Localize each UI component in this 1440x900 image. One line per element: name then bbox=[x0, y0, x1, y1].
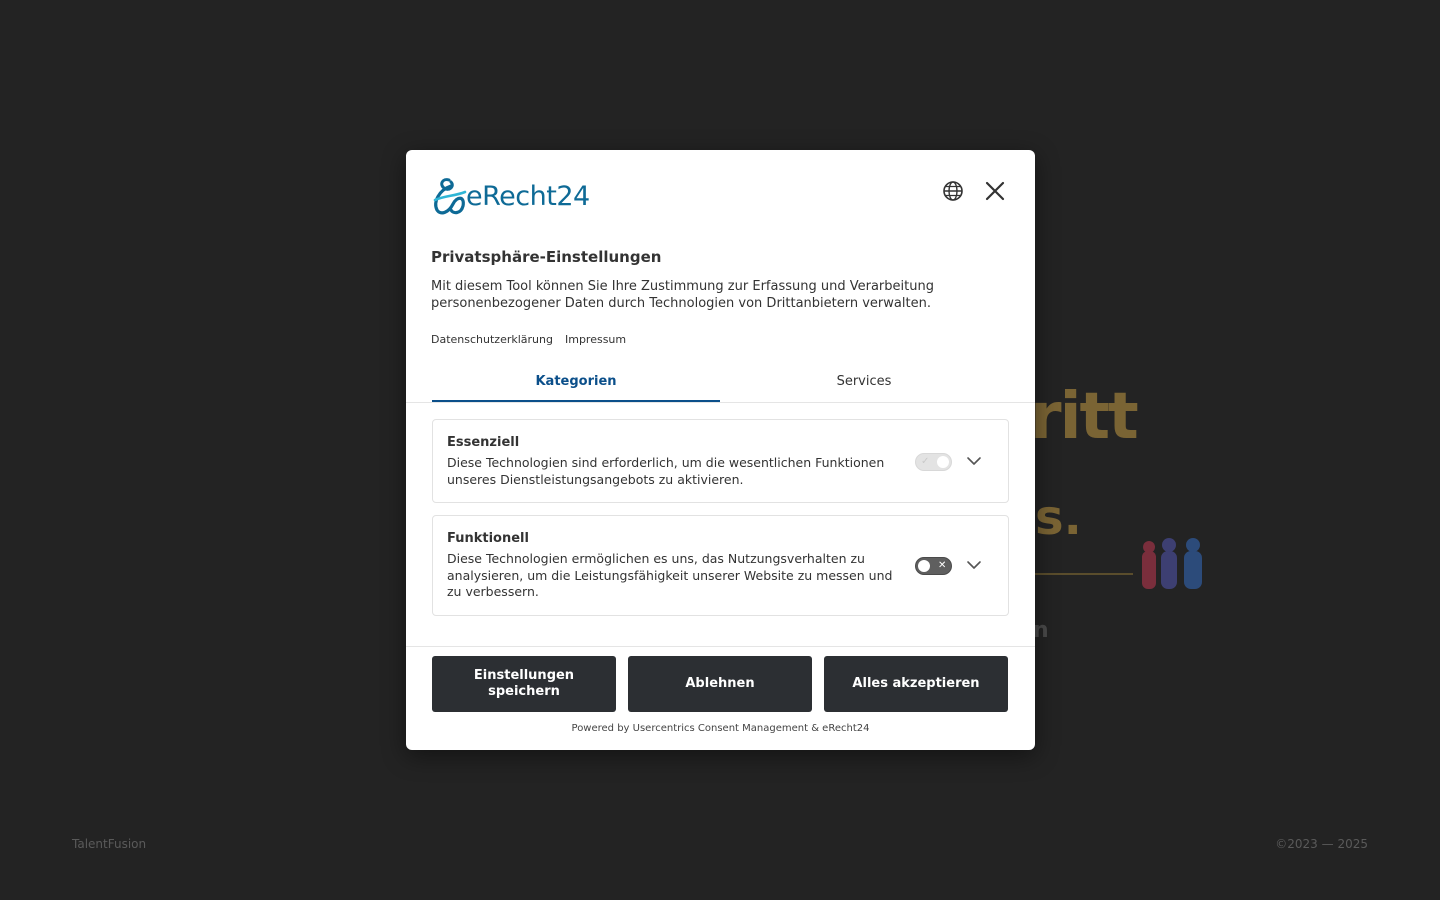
powered-by-text: Powered by Usercentrics Consent Manageme… bbox=[571, 723, 870, 734]
background-subtitle: n bbox=[1033, 618, 1049, 643]
category-card-funktionell: Funktionell Diese Technologien ermöglich… bbox=[432, 515, 1009, 616]
consent-dialog: eRecht24 Privatsphäre-Einstellungen Mit … bbox=[406, 150, 1035, 750]
background-footer-copyright: ©2023 — 2025 bbox=[1275, 837, 1368, 851]
category-description: Diese Technologien ermöglichen es uns, d… bbox=[447, 551, 893, 599]
globe-icon[interactable] bbox=[940, 178, 966, 204]
erecht24-logo-mark-icon bbox=[433, 178, 467, 215]
close-icon[interactable] bbox=[982, 178, 1008, 204]
save-settings-label: Einstellungen speichern bbox=[473, 668, 575, 699]
people-illustration-icon bbox=[1140, 537, 1208, 593]
erecht24-logo: eRecht24 bbox=[431, 176, 590, 216]
chevron-down-icon[interactable] bbox=[965, 556, 983, 574]
background-footer-brand: TalentFusion bbox=[72, 837, 147, 851]
accept-all-button[interactable]: Alles akzeptieren bbox=[824, 656, 1008, 712]
tab-kategorien[interactable]: Kategorien bbox=[432, 368, 720, 402]
tab-bar: Kategorien Services bbox=[406, 368, 1035, 403]
logo-text: eRecht24 bbox=[466, 180, 590, 212]
page: ritt s. n TalentFusion ©2023 — 2025 eRec… bbox=[0, 0, 1440, 900]
imprint-link[interactable]: Impressum bbox=[565, 333, 626, 346]
background-divider bbox=[1035, 573, 1133, 575]
category-description: Diese Technologien sind erforderlich, um… bbox=[447, 455, 885, 487]
background-hero-text-2: s. bbox=[1035, 490, 1082, 546]
dialog-description: Mit diesem Tool können Sie Ihre Zustimmu… bbox=[431, 279, 934, 311]
chevron-down-icon[interactable] bbox=[965, 452, 983, 470]
dialog-title: Privatsphäre-Einstellungen bbox=[431, 248, 662, 266]
save-settings-button[interactable]: Einstellungen speichern bbox=[432, 656, 616, 712]
background-hero-text: ritt bbox=[1030, 380, 1139, 454]
category-title: Funktionell bbox=[447, 531, 529, 546]
toggle-knob bbox=[918, 560, 930, 572]
legal-links: Datenschutzerklärung Impressum bbox=[431, 333, 626, 346]
check-icon: ✓ bbox=[921, 456, 930, 467]
footer-divider bbox=[406, 646, 1035, 647]
tab-services[interactable]: Services bbox=[720, 368, 1008, 400]
category-card-essenziell: Essenziell Diese Technologien sind erfor… bbox=[432, 419, 1009, 503]
category-title: Essenziell bbox=[447, 435, 520, 450]
funktionell-toggle[interactable]: ✕ bbox=[915, 557, 952, 575]
x-icon: ✕ bbox=[938, 560, 947, 571]
deny-button[interactable]: Ablehnen bbox=[628, 656, 812, 712]
essenziell-toggle[interactable]: ✓ bbox=[915, 453, 952, 471]
toggle-knob bbox=[937, 456, 949, 468]
privacy-policy-link[interactable]: Datenschutzerklärung bbox=[431, 333, 553, 346]
